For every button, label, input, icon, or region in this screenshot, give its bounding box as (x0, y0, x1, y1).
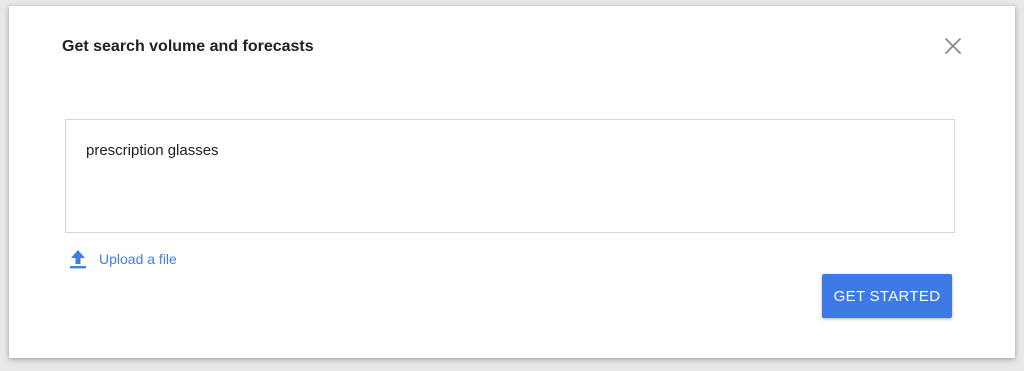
dialog-title: Get search volume and forecasts (62, 38, 314, 55)
get-started-button[interactable]: GET STARTED (822, 274, 952, 318)
upload-file-link[interactable]: Upload a file (67, 248, 177, 270)
search-volume-dialog: Get search volume and forecasts prescrip… (9, 6, 1015, 358)
upload-icon (70, 250, 86, 269)
close-icon[interactable] (941, 34, 965, 58)
upload-file-label: Upload a file (99, 251, 177, 267)
keywords-input[interactable]: prescription glasses (65, 119, 955, 233)
